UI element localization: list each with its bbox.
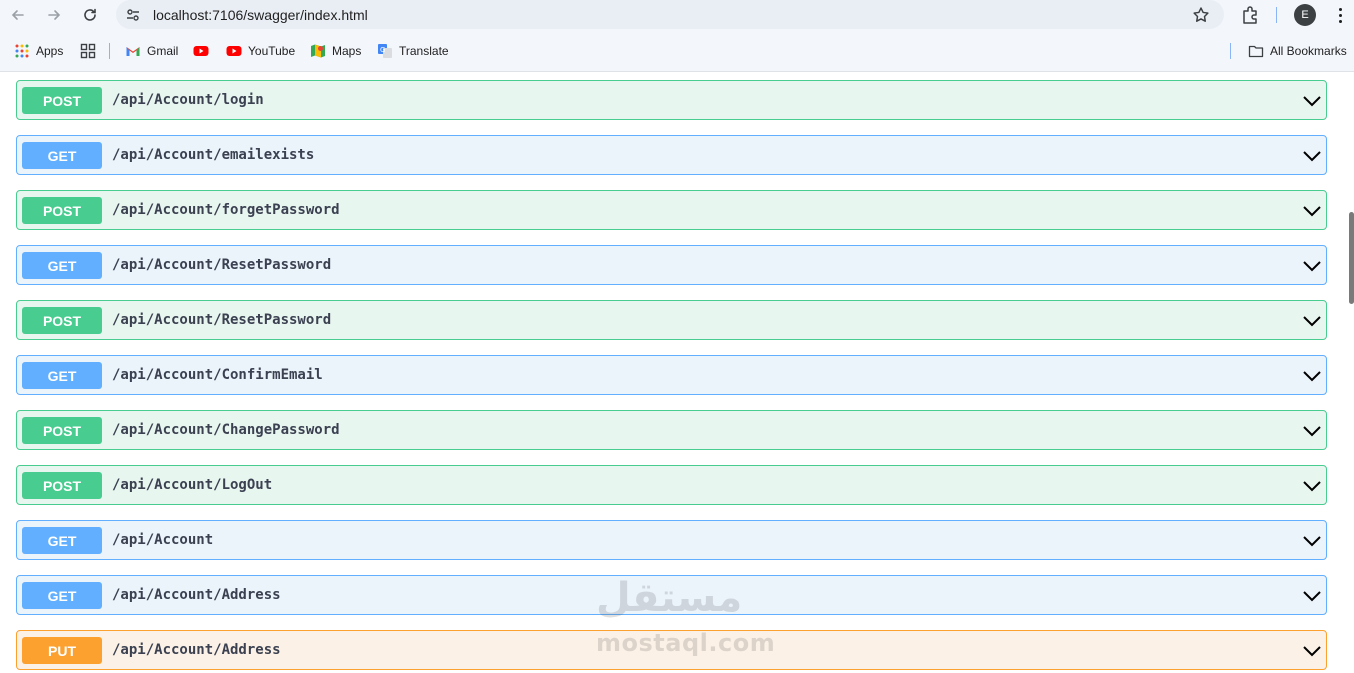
operation-row[interactable]: GET /api/Account/ResetPassword: [16, 245, 1327, 285]
folder-icon: [1248, 43, 1264, 59]
operation-row[interactable]: POST /api/Account/login: [16, 80, 1327, 120]
method-badge: POST: [22, 197, 102, 224]
bookmark-label: Maps: [332, 44, 362, 58]
bookmarks-bar: Apps Gmail YouTube Maps G Translate All …: [0, 30, 1354, 72]
chevron-down-icon[interactable]: [1302, 256, 1322, 276]
operation-row[interactable]: POST /api/Account/ChangePassword: [16, 410, 1327, 450]
operation-row[interactable]: GET /api/Account: [16, 520, 1327, 560]
scrollbar-thumb[interactable]: [1349, 212, 1354, 304]
operation-row[interactable]: POST /api/Account/ResetPassword: [16, 300, 1327, 340]
method-badge: GET: [22, 362, 102, 389]
translate-icon: G: [377, 43, 393, 59]
operation-row[interactable]: GET /api/Account/ConfirmEmail: [16, 355, 1327, 395]
url-text[interactable]: localhost:7106/swagger/index.html: [153, 7, 368, 23]
reload-button[interactable]: [78, 3, 102, 27]
watermark-latin: mostaql.com: [596, 629, 776, 657]
arrow-left-icon: [11, 10, 24, 20]
method-badge: POST: [22, 472, 102, 499]
operation-path: /api/Account/login: [112, 92, 264, 108]
chevron-down-icon[interactable]: [1302, 641, 1322, 661]
operation-path: /api/Account/ResetPassword: [112, 257, 332, 273]
bookmark-maps[interactable]: Maps: [310, 42, 361, 60]
tab-groups-icon: [80, 43, 96, 59]
bookmark-separator: [1230, 43, 1231, 59]
operation-path: /api/Account/ChangePassword: [112, 422, 340, 438]
gmail-icon: [125, 43, 141, 59]
extensions-icon[interactable]: [1240, 5, 1260, 25]
maps-icon: [310, 43, 326, 59]
operation-path: /api/Account/ConfirmEmail: [112, 367, 323, 383]
bookmark-translate[interactable]: G Translate: [377, 42, 449, 60]
operation-path: /api/Account/forgetPassword: [112, 202, 340, 218]
operation-path: /api/Account/Address: [112, 587, 281, 603]
bookmark-youtube[interactable]: YouTube: [226, 42, 295, 60]
address-bar[interactable]: localhost:7106/swagger/index.html: [116, 0, 1224, 29]
bookmark-tab-groups[interactable]: [80, 42, 96, 60]
all-bookmarks-label: All Bookmarks: [1270, 44, 1347, 58]
bookmark-label: Gmail: [147, 44, 179, 58]
bookmark-gmail[interactable]: Gmail: [125, 42, 178, 60]
bookmark-apps[interactable]: Apps: [14, 42, 63, 60]
bookmark-separator: [109, 43, 110, 59]
chevron-down-icon[interactable]: [1302, 91, 1322, 111]
method-badge: GET: [22, 527, 102, 554]
chevron-down-icon[interactable]: [1302, 421, 1322, 441]
youtube-icon: [193, 43, 209, 59]
site-info-icon[interactable]: [124, 6, 142, 24]
method-badge: PUT: [22, 637, 102, 664]
back-button[interactable]: [6, 3, 30, 27]
forward-button[interactable]: [42, 3, 66, 27]
all-bookmarks[interactable]: All Bookmarks: [1248, 42, 1347, 60]
bookmark-youtube-icon-only[interactable]: [193, 42, 209, 60]
method-badge: GET: [22, 252, 102, 279]
method-badge: POST: [22, 307, 102, 334]
method-badge: GET: [22, 142, 102, 169]
method-badge: POST: [22, 417, 102, 444]
browser-toolbar: localhost:7106/swagger/index.html E: [0, 0, 1354, 30]
watermark: مستقل mostaql.com: [590, 575, 775, 665]
operation-path: /api/Account/LogOut: [112, 477, 273, 493]
method-badge: GET: [22, 582, 102, 609]
svg-text:G: G: [380, 46, 385, 54]
arrow-right-icon: [48, 10, 61, 20]
bookmark-label: YouTube: [248, 44, 296, 58]
chevron-down-icon[interactable]: [1302, 201, 1322, 221]
toolbar-divider: [1276, 7, 1277, 23]
operation-row[interactable]: POST /api/Account/forgetPassword: [16, 190, 1327, 230]
bookmark-label: Apps: [36, 44, 64, 58]
operation-row[interactable]: POST /api/Account/LogOut: [16, 465, 1327, 505]
watermark-arabic: مستقل: [596, 575, 743, 621]
youtube-icon: [226, 43, 242, 59]
apps-grid-icon: [14, 43, 30, 59]
chevron-down-icon[interactable]: [1302, 311, 1322, 331]
chevron-down-icon[interactable]: [1302, 586, 1322, 606]
method-badge: POST: [22, 87, 102, 114]
operation-path: /api/Account: [112, 532, 214, 548]
operation-path: /api/Account/ResetPassword: [112, 312, 332, 328]
bookmark-star-icon[interactable]: [1192, 6, 1210, 24]
bookmark-label: Translate: [399, 44, 449, 58]
profile-avatar[interactable]: E: [1294, 4, 1316, 26]
chevron-down-icon[interactable]: [1302, 531, 1322, 551]
operation-path: /api/Account/Address: [112, 642, 281, 658]
operation-row[interactable]: GET /api/Account/emailexists: [16, 135, 1327, 175]
reload-icon: [84, 8, 96, 21]
chevron-down-icon[interactable]: [1302, 146, 1322, 166]
chevron-down-icon[interactable]: [1302, 476, 1322, 496]
operation-path: /api/Account/emailexists: [112, 147, 315, 163]
menu-kebab-icon[interactable]: [1332, 5, 1348, 25]
chevron-down-icon[interactable]: [1302, 366, 1322, 386]
